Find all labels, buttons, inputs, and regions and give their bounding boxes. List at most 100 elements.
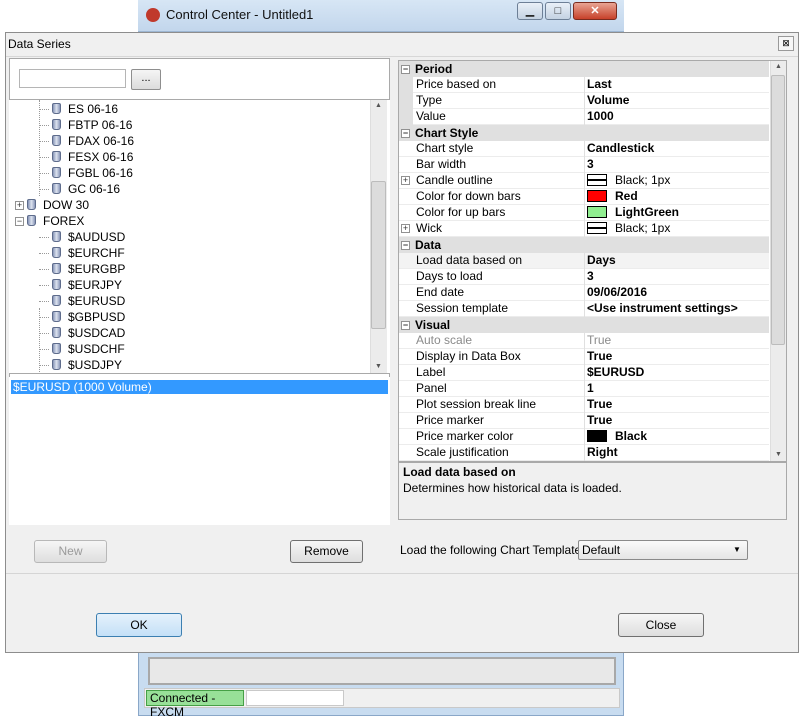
tree-item[interactable]: $USDCAD (39, 325, 125, 341)
tree-connector (39, 301, 49, 302)
tree-item-label: FOREX (43, 214, 85, 228)
tree-scroll-thumb[interactable] (371, 181, 386, 329)
minimize-icon[interactable]: ▁ (517, 2, 543, 20)
property-value[interactable]: True (587, 397, 612, 412)
tree-item[interactable]: $EURUSD (39, 293, 125, 309)
property-value[interactable]: Last (587, 77, 612, 92)
tree-connector (39, 109, 49, 110)
property-name: Chart style (416, 141, 474, 155)
maximize-icon[interactable]: □ (545, 2, 571, 20)
expand-icon[interactable]: + (15, 201, 24, 210)
tree-item-label: FBTP 06-16 (68, 118, 133, 132)
property-value[interactable]: 3 (587, 269, 594, 284)
tree-item[interactable]: FBTP 06-16 (39, 117, 133, 133)
ok-button[interactable]: OK (96, 613, 182, 637)
tree-item-label: $AUDUSD (68, 230, 126, 244)
close-window-icon[interactable]: ✕ (573, 2, 617, 20)
tree-item-label: DOW 30 (43, 198, 90, 212)
scroll-down-icon[interactable]: ▼ (771, 449, 786, 461)
tree-item-label: $USDCHF (68, 342, 125, 356)
tree-connector (39, 308, 40, 372)
tree-item-label: GC 06-16 (68, 182, 121, 196)
tree-item[interactable]: FGBL 06-16 (39, 165, 133, 181)
new-series-button[interactable]: New (34, 540, 107, 563)
property-value[interactable]: Candlestick (587, 141, 654, 156)
instrument-tree[interactable]: ES 06-16 FBTP 06-16 FDAX 06-16 FESX 06-16 FG… (9, 99, 390, 374)
category-title: Visual (415, 318, 451, 332)
property-value[interactable]: <Use instrument settings> (587, 301, 738, 316)
property-grid-scroll-thumb[interactable] (771, 75, 785, 345)
tree-connector (39, 157, 49, 158)
property-value[interactable]: True (587, 349, 612, 364)
property-name: Price based on (416, 77, 497, 91)
dialog-divider (6, 56, 798, 57)
instrument-search-input[interactable] (19, 69, 126, 88)
collapse-icon[interactable]: − (15, 217, 24, 226)
status-field (246, 690, 344, 706)
tree-item-label: FESX 06-16 (68, 150, 134, 164)
property-name: Wick (416, 221, 442, 235)
close-button[interactable]: Close (618, 613, 704, 637)
chart-template-select[interactable]: Default (578, 540, 748, 560)
collapse-icon[interactable]: − (401, 241, 410, 250)
color-swatch-icon (587, 206, 607, 218)
tree-item[interactable]: $EURGBP (39, 261, 125, 277)
property-value[interactable]: Days (587, 253, 616, 268)
instrument-icon (52, 311, 61, 322)
property-value[interactable]: True (587, 413, 612, 428)
tree-connector (39, 173, 49, 174)
tree-connector (39, 125, 49, 126)
property-name: Value (416, 109, 446, 123)
tree-item-label: $GBPUSD (68, 310, 126, 324)
property-value[interactable]: 09/06/2016 (587, 285, 647, 300)
property-value[interactable]: Black (587, 429, 647, 444)
tree-item[interactable]: FESX 06-16 (39, 149, 134, 165)
tree-item[interactable]: GC 06-16 (39, 181, 121, 197)
instrument-icon (52, 279, 61, 290)
scroll-down-icon[interactable]: ▼ (371, 361, 386, 373)
remove-series-button[interactable]: Remove (290, 540, 363, 563)
tree-item[interactable]: $USDCHF (39, 341, 125, 357)
property-value-text: Red (615, 189, 638, 203)
tree-connector (39, 141, 49, 142)
description-text: Determines how historical data is loaded… (403, 481, 622, 495)
color-swatch-icon (587, 190, 607, 202)
tree-item[interactable]: ES 06-16 (39, 101, 118, 117)
property-value-text: Black (615, 429, 648, 443)
instrument-icon (27, 199, 36, 210)
series-list-item[interactable]: $EURUSD (1000 Volume) (11, 380, 388, 394)
category-period[interactable]: − Period (399, 61, 769, 77)
collapse-icon[interactable]: − (401, 321, 410, 330)
scroll-up-icon[interactable]: ▲ (371, 100, 386, 112)
tree-item[interactable]: $GBPUSD (39, 309, 126, 325)
dialog-close-icon[interactable]: ⊠ (778, 36, 794, 51)
collapse-icon[interactable]: − (401, 65, 410, 74)
property-column-divider[interactable] (584, 76, 585, 461)
tree-item[interactable]: − FOREX (15, 213, 84, 229)
property-value[interactable]: Volume (587, 93, 629, 108)
property-value[interactable]: Right (587, 445, 618, 460)
tree-item[interactable]: + DOW 30 (15, 197, 89, 213)
tree-item[interactable]: FDAX 06-16 (39, 133, 135, 149)
tree-item[interactable]: $AUDUSD (39, 229, 126, 245)
property-value[interactable]: $EURUSD (587, 365, 644, 380)
property-value[interactable]: Black; 1px (587, 221, 670, 236)
tree-item[interactable]: $EURCHF (39, 245, 125, 261)
property-value[interactable]: 1000 (587, 109, 614, 124)
browse-instruments-button[interactable]: ... (131, 69, 161, 90)
property-value[interactable]: 3 (587, 157, 594, 172)
scroll-up-icon[interactable]: ▲ (771, 61, 786, 73)
collapse-icon[interactable]: − (401, 129, 410, 138)
tree-item[interactable]: $EURJPY (39, 277, 122, 293)
stroke-swatch-icon (587, 174, 607, 186)
property-value[interactable]: LightGreen (587, 205, 679, 220)
chevron-down-icon[interactable]: ▼ (733, 545, 741, 554)
property-value[interactable]: Black; 1px (587, 173, 670, 188)
property-value[interactable]: 1 (587, 381, 594, 396)
instrument-icon (52, 103, 61, 114)
property-value[interactable]: Red (587, 189, 638, 204)
tree-item-label: FDAX 06-16 (68, 134, 135, 148)
property-value: True (587, 333, 612, 347)
grid-gutter (399, 141, 413, 237)
tree-item[interactable]: $USDJPY (39, 357, 122, 373)
